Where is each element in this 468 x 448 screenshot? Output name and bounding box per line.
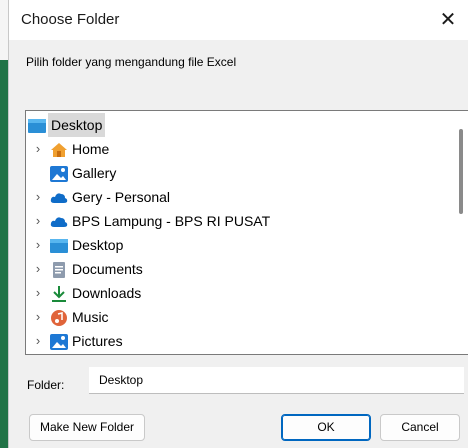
tree-item-desktop-root[interactable]: Desktop: [26, 113, 446, 137]
tree-item-label: Pictures: [72, 333, 123, 349]
chevron-right-icon[interactable]: ›: [32, 257, 44, 281]
background-excel-strip: [0, 60, 8, 448]
gallery-icon: [50, 165, 68, 182]
tree-item-label: Gallery: [72, 165, 117, 181]
tree-item-home[interactable]: › Home: [26, 137, 446, 161]
tree-item-label: Documents: [72, 261, 143, 277]
tree-item-label: Desktop: [72, 237, 124, 253]
pictures-icon: [50, 333, 68, 350]
tree-item-pictures[interactable]: › Pictures: [26, 329, 446, 353]
desktop-icon: [50, 237, 68, 253]
chevron-right-icon[interactable]: ›: [32, 281, 44, 305]
desktop-icon: [28, 117, 46, 133]
make-new-folder-button[interactable]: Make New Folder: [29, 414, 145, 441]
tree-scrollbar[interactable]: [454, 111, 468, 354]
downloads-icon: [50, 285, 68, 302]
chevron-right-icon[interactable]: ›: [32, 305, 44, 329]
instruction-text: Pilih folder yang mengandung file Excel: [26, 55, 237, 69]
chevron-right-icon[interactable]: ›: [32, 209, 44, 233]
onedrive-cloud-icon: [50, 213, 68, 229]
dialog-title: Choose Folder: [21, 11, 120, 28]
chevron-right-icon[interactable]: ›: [32, 137, 44, 161]
scrollbar-thumb[interactable]: [459, 129, 463, 214]
onedrive-cloud-icon: [50, 189, 68, 205]
tree-item-desktop[interactable]: › Desktop: [26, 233, 446, 257]
choose-folder-dialog: Choose Folder ✕ Pilih folder yang mengan…: [8, 0, 468, 448]
tree-item-label: BPS Lampung - BPS RI PUSAT: [72, 213, 271, 229]
tree-item-label: Home: [72, 141, 110, 157]
folder-label: Folder:: [27, 378, 65, 392]
tree-item-label: Downloads: [72, 285, 142, 301]
tree-item-bps-lampung[interactable]: › BPS Lampung - BPS RI PUSAT: [26, 209, 446, 233]
tree-item-music[interactable]: › Music: [26, 305, 446, 329]
close-icon[interactable]: ✕: [433, 6, 463, 34]
home-icon: [50, 141, 68, 157]
tree-item-label: Desktop: [48, 113, 106, 137]
tree-item-gery-personal[interactable]: › Gery - Personal: [26, 185, 446, 209]
ok-button[interactable]: OK: [281, 414, 371, 441]
folder-field[interactable]: [89, 367, 464, 394]
chevron-right-icon[interactable]: ›: [32, 185, 44, 209]
tree-item-documents[interactable]: › Documents: [26, 257, 446, 281]
music-icon: [50, 309, 68, 326]
chevron-right-icon[interactable]: ›: [32, 233, 44, 257]
cancel-button[interactable]: Cancel: [380, 414, 460, 441]
documents-icon: [50, 261, 68, 278]
tree-item-label: Gery - Personal: [72, 189, 171, 205]
tree-item-label: Music: [72, 309, 109, 325]
tree-item-gallery[interactable]: Gallery: [26, 161, 446, 185]
title-bar: Choose Folder ✕: [9, 0, 468, 40]
tree-item-downloads[interactable]: › Downloads: [26, 281, 446, 305]
folder-tree[interactable]: Desktop › Home Gallery › Gery - Personal: [25, 110, 468, 355]
chevron-right-icon[interactable]: ›: [32, 329, 44, 353]
